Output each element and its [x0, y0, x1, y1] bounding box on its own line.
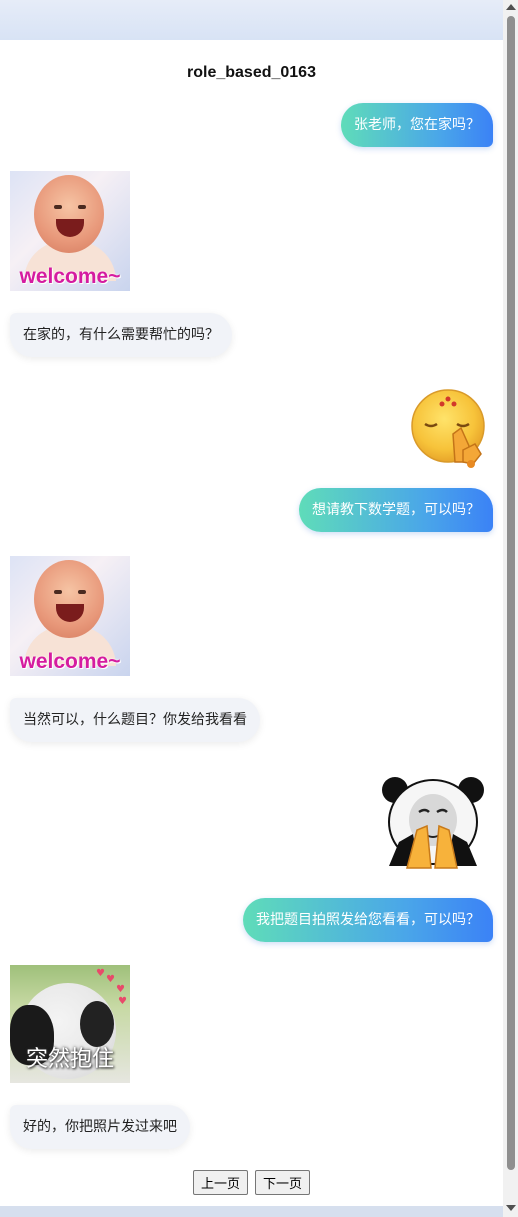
message-user: 我把题目拍照发给您看看，可以吗？	[243, 898, 493, 942]
heart-icon: ♥	[116, 984, 125, 995]
message-bot: 在家的，有什么需要帮忙的吗？	[10, 313, 232, 357]
message-user: 张老师，您在家吗？	[341, 103, 493, 147]
sticker-caption: welcome~	[19, 265, 121, 288]
heart-icon: ♥	[106, 974, 115, 985]
chat-bubble-bot: 在家的，有什么需要帮忙的吗？	[10, 313, 232, 357]
pagination: 上一页 下一页	[0, 1170, 503, 1195]
welcome-baby-sticker[interactable]: welcome~	[10, 556, 130, 676]
welcome-baby-sticker[interactable]: welcome~	[10, 171, 130, 291]
chat-bubble-bot: 好的，你把照片发过来吧	[10, 1105, 190, 1149]
message-user: 想请教下数学题，可以吗？	[299, 488, 493, 532]
panda-praying-hands-sticker[interactable]	[373, 770, 493, 870]
sticker-eye	[54, 205, 62, 209]
chat-panel: role_based_0163 张老师，您在家吗？ welcome~ 在家的，有…	[0, 40, 503, 1206]
message-bot: 好的，你把照片发过来吧	[10, 1105, 190, 1149]
heart-icon: ♥	[96, 968, 105, 979]
sticker-face	[34, 560, 104, 638]
sticker-caption: welcome~	[19, 650, 121, 673]
chat-bubble-bot: 当然可以，什么题目？你发给我看看	[10, 698, 260, 742]
sticker-caption: 突然抱住	[25, 1047, 114, 1072]
chat-bubble-user: 想请教下数学题，可以吗？	[299, 488, 493, 532]
page-title: role_based_0163	[187, 64, 316, 81]
praying-emoji-sticker[interactable]	[409, 388, 491, 470]
message-bot: 当然可以，什么题目？你发给我看看	[10, 698, 260, 742]
sticker-face	[34, 175, 104, 253]
scroll-up-icon[interactable]	[506, 4, 516, 10]
chat-bubble-user: 张老师，您在家吗？	[341, 103, 493, 147]
sticker-eye	[78, 590, 86, 594]
sticker-eye	[78, 205, 86, 209]
panda-hug-sticker[interactable]: ♥ ♥ ♥ ♥ 突然抱住	[10, 965, 130, 1083]
chat-bubble-user: 我把题目拍照发给您看看，可以吗？	[243, 898, 493, 942]
sticker-eye	[54, 590, 62, 594]
scrollbar-thumb[interactable]	[507, 16, 515, 1170]
scroll-down-icon[interactable]	[506, 1205, 516, 1211]
heart-icon: ♥	[118, 996, 127, 1007]
bottom-band	[0, 1206, 503, 1217]
next-page-button[interactable]: 下一页	[255, 1170, 311, 1195]
top-header-band	[0, 0, 503, 40]
prev-page-button[interactable]: 上一页	[192, 1170, 248, 1195]
